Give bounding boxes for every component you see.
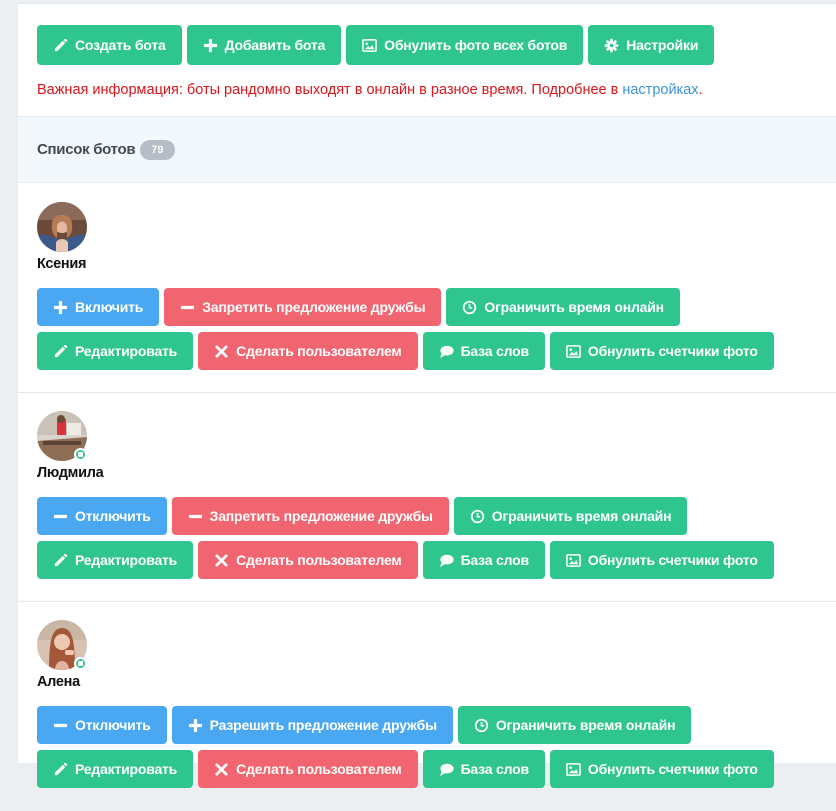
- online-status-indicator: [74, 448, 87, 461]
- friendship-label: Запретить предложение дружбы: [202, 299, 426, 315]
- image-icon: [362, 38, 377, 52]
- image-icon: [566, 553, 581, 567]
- toggle-label: Отключить: [75, 717, 151, 733]
- avatar[interactable]: [37, 202, 87, 252]
- forbid-friendship-button[interactable]: Запретить предложение дружбы: [171, 497, 449, 535]
- make-user-button[interactable]: Сделать пользователем: [198, 541, 418, 579]
- edit-label: Редактировать: [75, 761, 178, 777]
- bot-list-header: Список ботов 79: [18, 116, 836, 183]
- limit-label: Ограничить время онлайн: [484, 299, 664, 315]
- plus-icon: [53, 300, 68, 314]
- toggle-label: Отключить: [75, 508, 151, 524]
- word-base-button[interactable]: База слов: [422, 541, 545, 579]
- speech-bubble-icon: [439, 554, 454, 567]
- minus-icon: [53, 723, 68, 727]
- disable-bot-button[interactable]: Отключить: [37, 497, 167, 535]
- reset-photo-counters-button[interactable]: Обнулить счетчики фото: [549, 332, 774, 370]
- allow-friendship-button[interactable]: Разрешить предложение дружбы: [171, 706, 453, 744]
- enable-bot-button[interactable]: Включить: [37, 288, 160, 326]
- online-status-indicator: [74, 657, 87, 670]
- clock-icon: [474, 718, 488, 732]
- reset-counters-label: Обнулить счетчики фото: [587, 343, 758, 359]
- settings-button[interactable]: Настройки: [588, 25, 715, 65]
- plus-icon: [188, 718, 202, 732]
- limit-online-time-button[interactable]: Ограничить время онлайн: [457, 706, 692, 744]
- clock-icon: [463, 300, 477, 314]
- close-icon: [215, 344, 228, 358]
- bot-card: Людмила Отключить Запретить предложение …: [18, 393, 836, 602]
- add-bot-label: Добавить бота: [224, 37, 326, 53]
- friendship-label: Запретить предложение дружбы: [209, 508, 433, 524]
- bot-actions-row-2: Редактировать Сделать пользователем База…: [37, 750, 774, 788]
- word-base-label: База слов: [460, 343, 530, 359]
- create-bot-label: Создать бота: [75, 37, 166, 53]
- make-user-label: Сделать пользователем: [236, 552, 402, 568]
- minus-icon: [181, 305, 195, 309]
- pencil-icon: [54, 344, 68, 357]
- reset-all-photos-label: Обнулить фото всех ботов: [384, 37, 568, 53]
- bot-count-badge: 79: [140, 139, 175, 160]
- friendship-label: Разрешить предложение дружбы: [209, 717, 437, 733]
- make-user-label: Сделать пользователем: [236, 761, 402, 777]
- edit-label: Редактировать: [75, 552, 178, 568]
- reset-photo-counters-button[interactable]: Обнулить счетчики фото: [549, 541, 774, 579]
- word-base-button[interactable]: База слов: [422, 750, 545, 788]
- add-bot-button[interactable]: Добавить бота: [186, 25, 342, 65]
- info-end: .: [698, 82, 703, 98]
- info-text: Важная информация: боты рандомно выходят…: [37, 82, 623, 98]
- gear-icon: [604, 38, 619, 52]
- limit-label: Ограничить время онлайн: [495, 717, 676, 733]
- reset-photo-counters-button[interactable]: Обнулить счетчики фото: [549, 750, 774, 788]
- make-user-button[interactable]: Сделать пользователем: [198, 332, 418, 370]
- make-user-button[interactable]: Сделать пользователем: [198, 750, 418, 788]
- minus-icon: [53, 514, 68, 518]
- word-base-label: База слов: [460, 552, 530, 568]
- bot-actions-row-1: Отключить Разрешить предложение дружбы О…: [37, 706, 692, 744]
- plus-icon: [203, 38, 217, 52]
- bot-card: Ксения Включить Запретить предложение др…: [18, 184, 836, 393]
- limit-online-time-button[interactable]: Ограничить время онлайн: [446, 288, 680, 326]
- word-base-button[interactable]: База слов: [422, 332, 545, 370]
- speech-bubble-icon: [439, 345, 454, 358]
- limit-online-time-button[interactable]: Ограничить время онлайн: [453, 497, 688, 535]
- bot-actions-row-2: Редактировать Сделать пользователем База…: [37, 332, 774, 370]
- reset-all-photos-button[interactable]: Обнулить фото всех ботов: [346, 25, 584, 65]
- bot-name: Ксения: [37, 256, 87, 272]
- speech-bubble-icon: [439, 763, 454, 776]
- word-base-label: База слов: [460, 761, 530, 777]
- toggle-label: Включить: [75, 299, 144, 315]
- toolbar: Создать бота Добавить бота Обнулить фото…: [37, 25, 715, 65]
- clock-icon: [470, 509, 484, 523]
- important-info: Важная информация: боты рандомно выходят…: [37, 82, 703, 98]
- settings-link[interactable]: настройках: [622, 82, 698, 98]
- limit-label: Ограничить время онлайн: [491, 508, 672, 524]
- reset-counters-label: Обнулить счетчики фото: [587, 552, 758, 568]
- image-icon: [566, 344, 581, 358]
- bot-card: Алена Отключить Разрешить предложение др…: [18, 602, 836, 811]
- minus-icon: [188, 514, 202, 518]
- pencil-icon: [54, 553, 68, 566]
- pencil-icon: [54, 762, 68, 775]
- bot-list-title: Список ботов: [37, 141, 136, 158]
- edit-label: Редактировать: [75, 343, 178, 359]
- disable-bot-button[interactable]: Отключить: [37, 706, 167, 744]
- edit-bot-button[interactable]: Редактировать: [37, 750, 194, 788]
- close-icon: [215, 762, 228, 776]
- edit-bot-button[interactable]: Редактировать: [37, 541, 194, 579]
- make-user-label: Сделать пользователем: [236, 343, 402, 359]
- bot-actions-row-1: Включить Запретить предложение дружбы Ог…: [37, 288, 680, 326]
- edit-bot-button[interactable]: Редактировать: [37, 332, 194, 370]
- bot-name: Алена: [37, 674, 80, 690]
- bots-panel: Создать бота Добавить бота Обнулить фото…: [18, 3, 836, 788]
- bot-actions-row-1: Отключить Запретить предложение дружбы О…: [37, 497, 688, 535]
- settings-label: Настройки: [626, 37, 699, 53]
- reset-counters-label: Обнулить счетчики фото: [587, 761, 758, 777]
- forbid-friendship-button[interactable]: Запретить предложение дружбы: [164, 288, 442, 326]
- pencil-icon: [54, 38, 68, 51]
- close-icon: [215, 553, 228, 567]
- create-bot-button[interactable]: Создать бота: [37, 25, 182, 65]
- bot-name: Людмила: [37, 465, 104, 481]
- bot-actions-row-2: Редактировать Сделать пользователем База…: [37, 541, 774, 579]
- image-icon: [566, 762, 581, 776]
